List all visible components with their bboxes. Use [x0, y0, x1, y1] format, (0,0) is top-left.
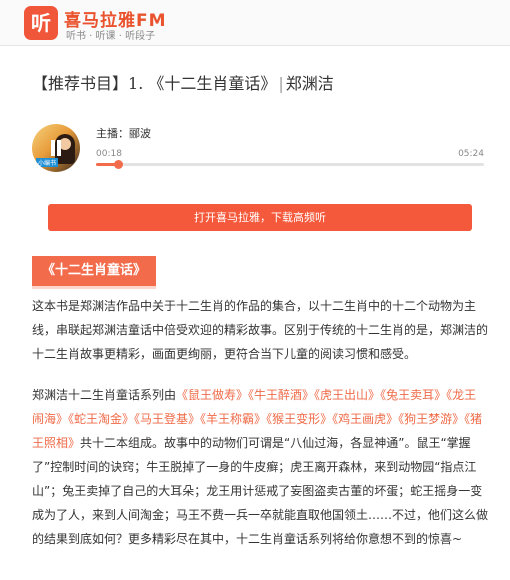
title-tag: 【推荐书目】	[32, 74, 129, 93]
book-link[interactable]: 《猴王变形》	[266, 412, 332, 426]
book-link[interactable]: 《鼠王做寿》	[176, 388, 248, 402]
book-link[interactable]: 《狗王梦游》	[398, 412, 464, 426]
ximalaya-logo-icon[interactable]: 听	[24, 6, 58, 40]
book-link[interactable]: 《兔王卖耳》	[380, 388, 446, 402]
book-link[interactable]: 《虎王出山》	[314, 388, 380, 402]
section-heading: 《十二生肖童话》	[32, 256, 157, 289]
book-link[interactable]: 《蛇王淘金》	[68, 412, 134, 426]
progress-bar[interactable]	[96, 160, 484, 169]
pause-icon[interactable]	[49, 140, 63, 156]
cover-tagline: 小编书	[36, 158, 59, 167]
book-link[interactable]: 《羊王称霸》	[200, 412, 266, 426]
book-title: 1. 《十二生肖童话》	[128, 74, 277, 93]
page-title: 【推荐书目】1. 《十二生肖童话》 | 郑渊洁	[32, 70, 334, 94]
title-separator: |	[278, 74, 284, 93]
series-description: 郑渊洁十二生肖童话系列由《鼠王做寿》《牛王醉酒》《虎王出山》《兔王卖耳》《龙王闹…	[32, 383, 488, 551]
progress-handle[interactable]	[113, 160, 123, 169]
current-time: 00:18	[96, 149, 122, 159]
audio-player: 小编书 主播：郦波 00:18 05:24	[32, 118, 488, 178]
book-link[interactable]: 《牛王醉酒》	[248, 388, 314, 402]
host-label: 主播：郦波	[96, 127, 151, 140]
book-intro: 这本书是郑渊洁作品中关于十二生肖的作品的集合，以十二生肖中的十二个动物为主线，串…	[32, 299, 489, 361]
total-time: 05:24	[458, 149, 484, 159]
book-link[interactable]: 《马王登基》	[134, 412, 200, 426]
album-cover[interactable]: 小编书	[32, 124, 80, 172]
brand-tagline: 听书 · 听课 · 听段子	[66, 31, 156, 42]
series-suffix: 共十二本组成。故事中的动物们可谓是“八仙过海，各显神通”。鼠王“掌握了”控制时间…	[32, 436, 489, 546]
book-link[interactable]: 《鸡王画虎》	[332, 412, 398, 426]
series-prefix: 郑渊洁十二生肖童话系列由	[32, 388, 177, 402]
book-author: 郑渊洁	[285, 74, 334, 93]
app-header: 听 喜马拉雅FM 听书 · 听课 · 听段子	[0, 0, 510, 46]
open-app-button[interactable]: 打开喜马拉雅，下载高频听	[48, 204, 472, 231]
